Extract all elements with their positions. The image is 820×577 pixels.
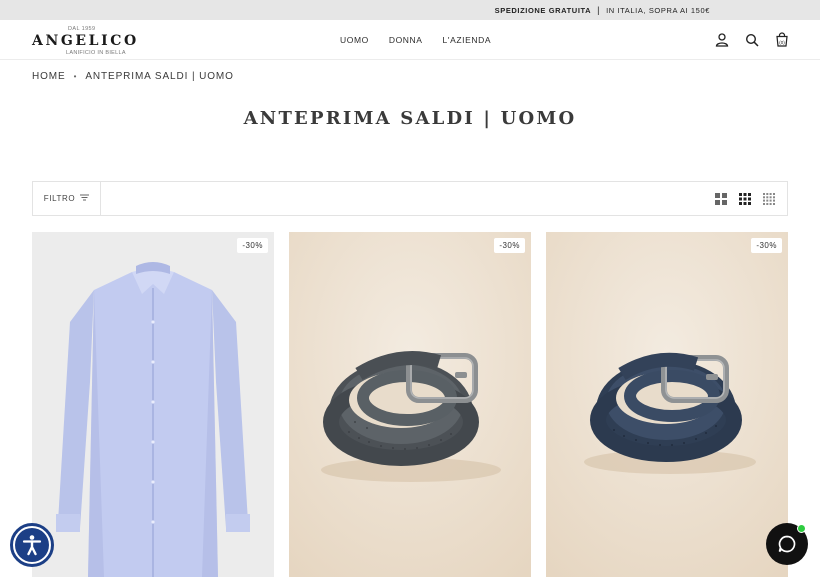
product-image-grey-belt xyxy=(289,232,531,577)
discount-badge: -30% xyxy=(751,238,782,253)
account-icon[interactable] xyxy=(714,32,730,48)
discount-badge: -30% xyxy=(237,238,268,253)
logo[interactable]: DAL 1959 ANGELICO LANIFICIO IN BIELLA xyxy=(32,24,142,56)
product-image-blue-belt xyxy=(546,232,788,577)
site-header: DAL 1959 ANGELICO LANIFICIO IN BIELLA UO… xyxy=(0,20,820,60)
filter-button[interactable]: FILTRO xyxy=(33,182,101,215)
logo-since: DAL 1959 xyxy=(68,26,96,32)
cart-icon[interactable]: (0) xyxy=(774,32,790,48)
product-card[interactable]: -30% xyxy=(32,232,274,577)
grid-small-icon[interactable] xyxy=(763,192,775,205)
breadcrumb: HOME • ANTEPRIMA SALDI | UOMO xyxy=(32,71,234,82)
announcement-bold: SPEDIZIONE GRATUITA xyxy=(494,5,592,15)
online-indicator xyxy=(797,524,806,533)
product-image-shirt xyxy=(32,232,274,577)
logo-subtitle: LANIFICIO IN BIELLA xyxy=(66,50,126,56)
search-icon[interactable] xyxy=(744,32,760,48)
chat-bubble-icon xyxy=(778,535,796,553)
discount-badge: -30% xyxy=(494,238,525,253)
breadcrumb-home[interactable]: HOME xyxy=(32,71,66,82)
page-title: ANTEPRIMA SALDI | UOMO xyxy=(243,108,577,129)
cart-count: (0) xyxy=(779,40,785,45)
nav-item-uomo[interactable]: UOMO xyxy=(340,35,369,45)
announcement-separator: | xyxy=(597,5,601,15)
grid-medium-icon[interactable] xyxy=(739,192,751,205)
view-toggle xyxy=(715,192,775,205)
nav-item-donna[interactable]: DONNA xyxy=(389,35,423,45)
main-nav: UOMO DONNA L'AZIENDA xyxy=(340,20,491,60)
accessibility-icon xyxy=(15,528,49,562)
filter-label: FILTRO xyxy=(43,194,76,203)
header-icons: (0) xyxy=(714,32,790,48)
chat-button[interactable] xyxy=(766,523,808,565)
logo-name: ANGELICO xyxy=(32,33,139,49)
announcement-bar: SPEDIZIONE GRATUITA | IN ITALIA, SOPRA A… xyxy=(0,0,820,20)
product-card[interactable]: -30% xyxy=(289,232,531,577)
grid-large-icon[interactable] xyxy=(715,192,727,205)
filter-bar: FILTRO xyxy=(32,181,788,216)
nav-item-azienda[interactable]: L'AZIENDA xyxy=(443,35,492,45)
product-card[interactable]: -30% xyxy=(546,232,788,577)
announcement-text: IN ITALIA, SOPRA AI 150€ xyxy=(606,5,710,15)
breadcrumb-separator: • xyxy=(73,72,78,81)
breadcrumb-current: ANTEPRIMA SALDI | UOMO xyxy=(85,71,234,82)
filter-icon xyxy=(80,194,90,203)
accessibility-button[interactable] xyxy=(10,523,54,567)
